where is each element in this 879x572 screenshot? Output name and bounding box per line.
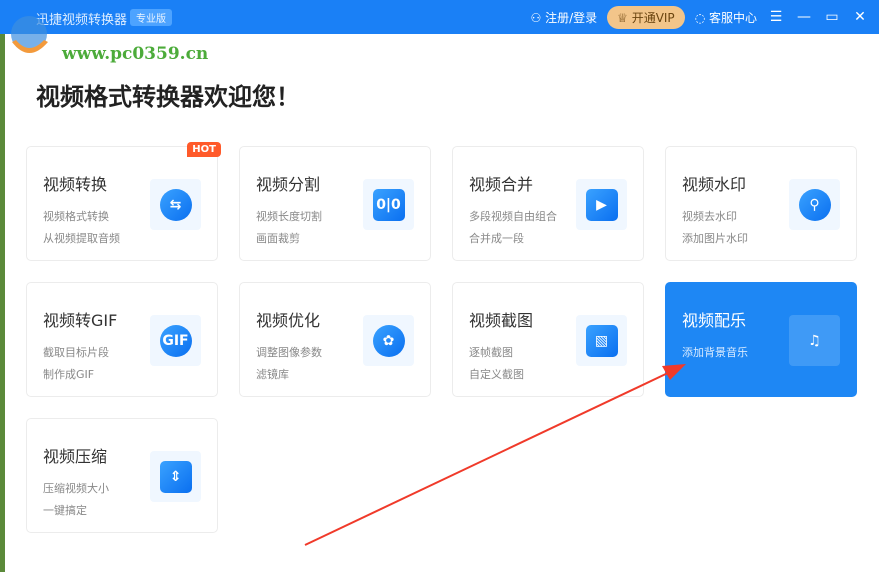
annotation-arrow [304, 364, 686, 546]
